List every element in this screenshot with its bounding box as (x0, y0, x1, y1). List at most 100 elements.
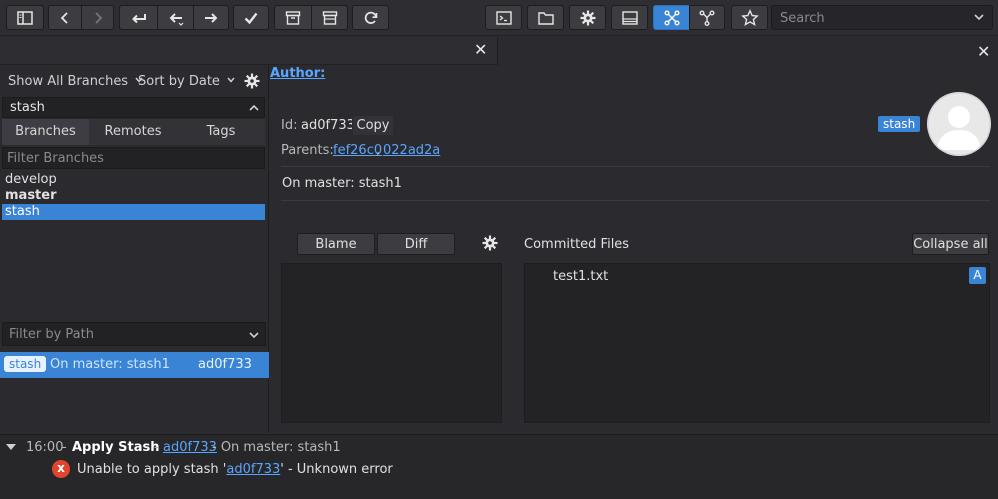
branch-name: stash (5, 204, 40, 219)
error-prefix: Unable to apply stash ' (77, 462, 227, 477)
filter-path-input[interactable]: Filter by Path (2, 322, 266, 346)
open-folder-button[interactable] (527, 5, 564, 30)
return-arrow-icon (131, 13, 146, 23)
diff-button[interactable]: Diff (377, 233, 455, 255)
archive-open-icon (322, 10, 337, 25)
parents-label: Parents: (281, 143, 334, 158)
graph-view-button[interactable] (653, 5, 689, 30)
blame-button[interactable]: Blame (297, 233, 375, 255)
chevron-down-icon[interactable] (247, 328, 261, 342)
error-message: Unable to apply stash 'ad0f733' - Unknow… (77, 462, 393, 477)
diff-view-panel (281, 263, 502, 423)
stash-button[interactable] (274, 5, 311, 30)
committed-files-panel: test1.txt A (524, 263, 990, 423)
star-icon (740, 8, 759, 26)
avatar (927, 92, 991, 156)
filter-path-placeholder: Filter by Path (9, 327, 94, 342)
chevron-left-icon (60, 11, 68, 24)
right-tab-strip: ✕ (497, 37, 998, 65)
pull-button[interactable] (119, 5, 157, 30)
folder-icon (537, 11, 554, 25)
log-dash: - (154, 440, 159, 455)
undo-dropdown-button[interactable] (157, 5, 193, 30)
settings-button[interactable] (569, 5, 606, 30)
log-suffix: - On master: stash1 (212, 440, 341, 455)
error-suffix: ' - Unknown error (280, 462, 393, 477)
commit-message-text: On master: stash1 (282, 176, 402, 191)
toggle-sidebar-button[interactable] (6, 5, 44, 30)
id-label: Id: (281, 118, 298, 133)
gear-icon[interactable] (243, 72, 261, 90)
file-name: test1.txt (553, 269, 609, 284)
tab-branches[interactable]: Branches (2, 119, 89, 145)
tab-tags-label: Tags (206, 124, 236, 139)
favorites-button[interactable] (731, 5, 768, 30)
file-row[interactable]: test1.txt A (525, 266, 989, 286)
file-status-badge: A (969, 267, 986, 284)
log-hash-link[interactable]: ad0f733 (163, 440, 217, 455)
parent-link-1[interactable]: fef26c0 (333, 143, 382, 158)
back-button[interactable] (48, 5, 81, 30)
filter-value: stash (10, 100, 45, 115)
tab-remotes[interactable]: Remotes (89, 119, 177, 145)
gear-icon[interactable] (481, 234, 499, 252)
disclosure-triangle-icon[interactable] (5, 442, 17, 452)
close-icon[interactable]: ✕ (474, 40, 487, 59)
forward-button[interactable] (81, 5, 114, 30)
branch-item-develop[interactable]: develop (2, 172, 265, 188)
log-time-separator: - (62, 440, 67, 455)
sidebar-icon (17, 10, 33, 25)
refresh-button[interactable] (352, 5, 389, 30)
filter-branches-input[interactable]: Filter Branches (2, 147, 265, 169)
search-placeholder: Search (780, 11, 825, 26)
chevron-down-icon[interactable] (972, 10, 986, 24)
tab-remotes-label: Remotes (104, 124, 162, 139)
stash-pop-button[interactable] (311, 5, 348, 30)
commit-hash: ad0f733 (198, 357, 252, 372)
checkmark-icon (244, 12, 258, 24)
graph-icon (664, 10, 679, 25)
refresh-icon (364, 11, 377, 24)
branch-filter-dropdown[interactable]: Show All Branches (8, 74, 144, 89)
layout-panel-icon (621, 10, 638, 25)
copy-button[interactable]: Copy (352, 115, 394, 136)
redo-button[interactable] (193, 5, 229, 30)
chevron-down-icon (227, 77, 235, 83)
terminal-button[interactable] (485, 5, 522, 30)
arrow-right-icon (205, 12, 218, 23)
layout-bottom-button[interactable] (611, 5, 648, 30)
author-link[interactable]: Author: (270, 66, 325, 81)
branch-name: develop (5, 172, 57, 187)
close-icon[interactable]: ✕ (977, 42, 990, 61)
tab-branches-label: Branches (15, 124, 76, 139)
divider (281, 166, 990, 167)
search-box[interactable]: Search (771, 5, 993, 30)
branch-icon (699, 10, 715, 26)
archive-icon (285, 10, 301, 25)
commit-row[interactable]: stash On master: stash1 ad0f733 (0, 352, 269, 378)
chevron-up-icon[interactable] (247, 101, 261, 115)
commit-button[interactable] (233, 5, 269, 30)
branch-name: master (5, 188, 57, 203)
chevron-right-icon (94, 11, 102, 24)
error-icon: x (52, 460, 70, 478)
collapse-all-button[interactable]: Collapse all (912, 233, 989, 255)
terminal-icon (495, 10, 512, 25)
error-hash-link[interactable]: ad0f733 (226, 462, 280, 477)
branch-view-button[interactable] (689, 5, 725, 30)
left-tab-strip: ✕ (0, 37, 497, 65)
filter-branches-placeholder: Filter Branches (7, 151, 104, 166)
id-value: ad0f733 (301, 118, 355, 133)
toolbar: Search (0, 0, 998, 36)
activity-log: 16:00 - Apply Stash - ad0f733 - On maste… (0, 434, 998, 499)
tab-tags[interactable]: Tags (177, 119, 265, 145)
sort-dropdown[interactable]: Sort by Date (138, 74, 236, 89)
divider (281, 200, 990, 201)
parent-link-2[interactable]: 022ad2a (383, 143, 440, 158)
branch-item-stash[interactable]: stash (2, 204, 265, 220)
user-icon (927, 92, 991, 156)
branch-item-master[interactable]: master (2, 188, 265, 204)
log-time: 16:00 (26, 440, 64, 455)
commit-message: On master: stash1 (50, 357, 170, 372)
filter-input[interactable]: stash (2, 97, 265, 118)
